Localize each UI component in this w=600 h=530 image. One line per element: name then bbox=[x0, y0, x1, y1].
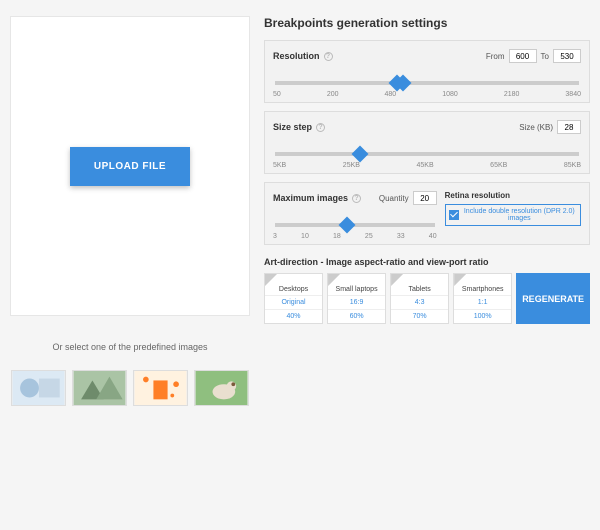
art-card-percent[interactable]: 40% bbox=[265, 309, 322, 323]
upload-file-button[interactable]: UPLOAD FILE bbox=[70, 147, 190, 186]
tick-label: 3 bbox=[273, 233, 277, 240]
art-card-label: Desktops bbox=[265, 284, 322, 295]
art-card-percent[interactable]: 60% bbox=[328, 309, 385, 323]
tick-label: 50 bbox=[273, 91, 281, 98]
retina-title: Retina resolution bbox=[445, 191, 581, 200]
check-icon bbox=[449, 210, 459, 220]
art-direction-heading: Art-direction - Image aspect-ratio and v… bbox=[264, 257, 590, 267]
tick-label: 200 bbox=[327, 91, 339, 98]
retina-checkbox-label: Include double resolution (DPR 2.0) imag… bbox=[462, 208, 577, 222]
max-images-qty-input[interactable] bbox=[413, 191, 437, 205]
tick-label: 25 bbox=[365, 233, 373, 240]
size-step-slider[interactable] bbox=[275, 152, 579, 156]
max-images-slider[interactable] bbox=[275, 223, 435, 227]
help-icon[interactable]: ? bbox=[324, 52, 333, 61]
size-step-label: Size (KB) bbox=[519, 123, 553, 132]
resolution-from-input[interactable] bbox=[509, 49, 537, 63]
tick-label: 65KB bbox=[490, 162, 507, 169]
tick-label: 2180 bbox=[504, 91, 520, 98]
predefined-image-2[interactable] bbox=[72, 370, 127, 406]
help-icon[interactable]: ? bbox=[316, 123, 325, 132]
art-card-aspect[interactable]: 1:1 bbox=[454, 295, 511, 309]
tick-label: 10 bbox=[301, 233, 309, 240]
max-images-title: Maximum images bbox=[273, 193, 348, 203]
tick-label: 45KB bbox=[416, 162, 433, 169]
tick-label: 40 bbox=[429, 233, 437, 240]
art-card-aspect[interactable]: 4:3 bbox=[391, 295, 448, 309]
resolution-from-label: From bbox=[486, 52, 505, 61]
max-images-slider-handle[interactable] bbox=[338, 217, 355, 234]
tick-label: 3840 bbox=[565, 91, 581, 98]
art-card-percent[interactable]: 70% bbox=[391, 309, 448, 323]
tick-label: 33 bbox=[397, 233, 405, 240]
tick-label: 5KB bbox=[273, 162, 286, 169]
retina-checkbox[interactable]: Include double resolution (DPR 2.0) imag… bbox=[445, 204, 581, 226]
size-step-panel: Size step ? Size (KB) 5KB 25KB 45KB 65KB… bbox=[264, 111, 590, 174]
size-step-slider-handle[interactable] bbox=[352, 146, 369, 163]
tick-label: 1080 bbox=[442, 91, 458, 98]
resolution-to-input[interactable] bbox=[553, 49, 581, 63]
resolution-panel: Resolution ? From To 50 200 480 10 bbox=[264, 40, 590, 103]
size-step-title: Size step bbox=[273, 122, 312, 132]
art-card-aspect[interactable]: 16:9 bbox=[328, 295, 385, 309]
help-icon[interactable]: ? bbox=[352, 194, 361, 203]
regenerate-button[interactable]: REGENERATE bbox=[516, 273, 590, 324]
max-images-panel: Maximum images ? Quantity 3 10 bbox=[264, 182, 590, 245]
predefined-image-3[interactable] bbox=[133, 370, 188, 406]
tick-label: 85KB bbox=[564, 162, 581, 169]
tick-label: 18 bbox=[333, 233, 341, 240]
predefined-images-caption: Or select one of the predefined images bbox=[10, 342, 250, 352]
art-card-tablets[interactable]: Tablets 4:3 70% bbox=[390, 273, 449, 324]
max-images-qty-label: Quantity bbox=[379, 194, 409, 203]
predefined-image-4[interactable] bbox=[194, 370, 249, 406]
upload-dropzone[interactable]: UPLOAD FILE bbox=[10, 16, 250, 316]
tick-label: 25KB bbox=[343, 162, 360, 169]
resolution-slider[interactable] bbox=[275, 81, 579, 85]
art-card-label: Tablets bbox=[391, 284, 448, 295]
resolution-title: Resolution bbox=[273, 51, 320, 61]
tick-label: 480 bbox=[385, 91, 397, 98]
size-step-input[interactable] bbox=[557, 120, 581, 134]
art-card-aspect[interactable]: Original bbox=[265, 295, 322, 309]
art-card-label: Small laptops bbox=[328, 284, 385, 295]
art-card-percent[interactable]: 100% bbox=[454, 309, 511, 323]
art-card-label: Smartphones bbox=[454, 284, 511, 295]
settings-heading: Breakpoints generation settings bbox=[264, 16, 590, 30]
art-card-small-laptops[interactable]: Small laptops 16:9 60% bbox=[327, 273, 386, 324]
art-card-desktops[interactable]: Desktops Original 40% bbox=[264, 273, 323, 324]
resolution-to-label: To bbox=[541, 52, 549, 61]
predefined-image-1[interactable] bbox=[11, 370, 66, 406]
art-card-smartphones[interactable]: Smartphones 1:1 100% bbox=[453, 273, 512, 324]
